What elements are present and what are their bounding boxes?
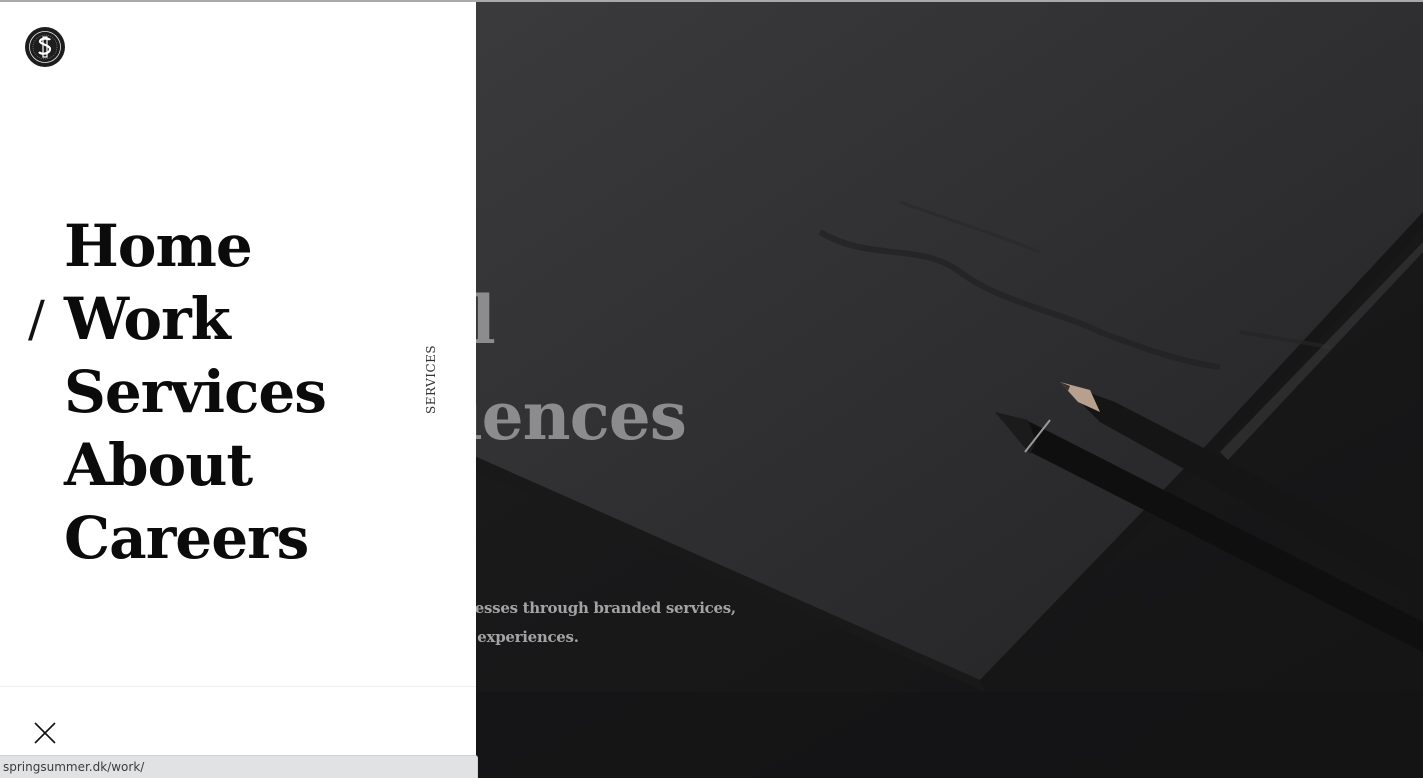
nav-item-label: Careers bbox=[64, 504, 309, 572]
nav-item-label: About bbox=[64, 431, 253, 499]
nav-item-about[interactable]: About bbox=[28, 429, 326, 502]
nav-item-label: Services bbox=[64, 358, 327, 426]
nav-item-home[interactable]: Home bbox=[28, 210, 326, 283]
window-top-border bbox=[0, 0, 1423, 2]
close-icon bbox=[34, 722, 56, 744]
panel-divider bbox=[0, 686, 476, 687]
active-marker: / bbox=[28, 290, 45, 348]
close-menu-button[interactable] bbox=[30, 718, 60, 748]
main-navigation: Home / Work Services About Careers bbox=[28, 210, 327, 575]
nav-item-label: Home bbox=[64, 212, 253, 280]
springsummer-logo-icon bbox=[27, 29, 63, 65]
nav-item-services[interactable]: Services bbox=[28, 356, 327, 429]
logo[interactable] bbox=[26, 28, 64, 66]
browser-status-url: springsummer.dk/work/ bbox=[0, 755, 478, 778]
vertical-section-label: SERVICES bbox=[424, 344, 438, 414]
nav-item-work[interactable]: / Work bbox=[28, 283, 326, 356]
navigation-menu-panel: Home / Work Services About Careers SERVI… bbox=[0, 2, 476, 778]
nav-item-label: Work bbox=[64, 285, 231, 353]
nav-item-careers[interactable]: Careers bbox=[28, 502, 326, 575]
